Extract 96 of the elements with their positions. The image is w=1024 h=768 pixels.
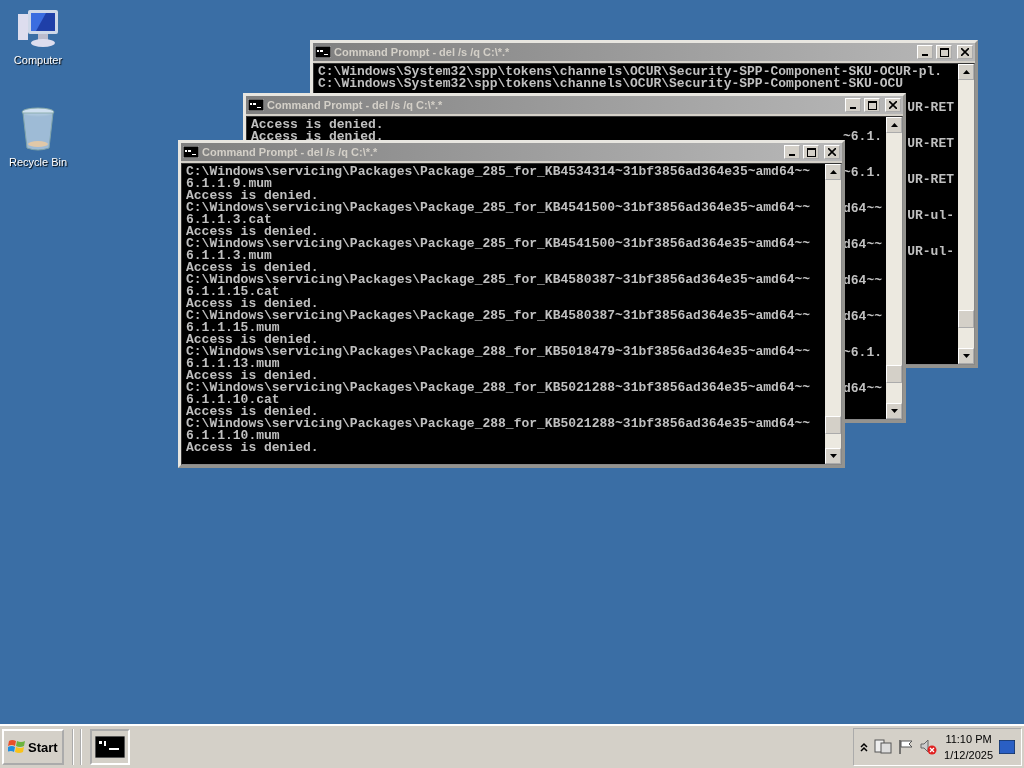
start-button[interactable]: Start: [2, 729, 64, 765]
minimize-button[interactable]: [917, 45, 933, 59]
up-arrow-icon: [962, 70, 970, 74]
down-arrow-icon: [962, 354, 970, 358]
console-line-fragment: ~6.1.: [843, 347, 882, 359]
scroll-up-button[interactable]: [825, 164, 841, 180]
console-line: Access is denied.: [186, 334, 319, 346]
console-line: C:\Windows\servicing\Packages\Package_288_for_KB5018479~31bf3856ad364e35~amd64~~: [186, 346, 811, 358]
window-title: Command Prompt - del /s /q C:\*.*: [202, 146, 379, 158]
close-icon: [961, 48, 969, 56]
console-line-fragment: d64~~: [843, 383, 882, 395]
console-line-fragment: UR-RET: [907, 102, 954, 114]
console-line: C:\Windows\servicing\Packages\Package_285_for_KB4580387~31bf3856ad364e35~amd64~~: [186, 274, 811, 286]
console-line: 6.1.1.15.mum: [186, 322, 280, 334]
console-icon: [248, 99, 264, 111]
console-line: 6.1.1.3.mum: [186, 250, 272, 262]
console-line: Access is denied.: [186, 370, 319, 382]
console-line: C:\Windows\servicing\Packages\Package_288_for_KB5021288~31bf3856ad364e35~amd64~~: [186, 382, 811, 394]
maximize-button[interactable]: [864, 98, 880, 112]
scroll-up-button[interactable]: [958, 64, 974, 80]
desktop-icon-label[interactable]: Computer: [13, 54, 63, 66]
console-line-fragment: UR-ul-: [907, 210, 954, 222]
scrollbar[interactable]: [886, 117, 902, 419]
maximize-icon: [867, 100, 877, 110]
maximize-icon: [806, 147, 816, 157]
console-line: C:\Windows\System32\spp\tokens\channels\OCUR\Security-SPP-Component-SKU-OCU: [318, 78, 904, 90]
minimize-button[interactable]: [784, 145, 800, 159]
console-line: Access is denied.: [186, 442, 319, 454]
console-line: Access is denied.: [251, 131, 384, 143]
console-line: Access is denied.: [251, 119, 384, 131]
maximize-button[interactable]: [803, 145, 819, 159]
maximize-button[interactable]: [936, 45, 952, 59]
close-button[interactable]: [957, 45, 973, 59]
scroll-thumb[interactable]: [825, 415, 841, 434]
console-line-fragment: UR-ul-: [907, 246, 954, 258]
scroll-thumb[interactable]: [886, 365, 902, 384]
console-line: 6.1.1.3.cat: [186, 214, 272, 226]
console-line: Access is denied.: [186, 406, 319, 418]
console-line-fragment: d64~~: [843, 239, 882, 251]
console-line: C:\Windows\servicing\Packages\Package_288_for_KB5021288~31bf3856ad364e35~amd64~~: [186, 418, 811, 430]
console-icon: [183, 146, 199, 158]
taskbar-console-button[interactable]: [89, 729, 130, 765]
console-line: C:\Windows\servicing\Packages\Package_285_for_KB4541500~31bf3856ad364e35~amd64~~: [186, 238, 811, 250]
console-icon: [315, 46, 331, 58]
console-line: 6.1.1.13.mum: [186, 358, 280, 370]
desktop-icon-label[interactable]: Recycle Bin: [8, 156, 68, 168]
window-title: Command Prompt - del /s /q C:\*.*: [334, 46, 511, 58]
flag-icon[interactable]: [898, 739, 915, 755]
clock-time: 11:10 PM: [945, 733, 992, 745]
clock-date: 1/12/2025: [944, 749, 993, 761]
scroll-down-button[interactable]: [886, 403, 902, 419]
scrollbar[interactable]: [825, 164, 841, 464]
maximize-icon: [939, 47, 949, 57]
console-icon: [94, 736, 125, 758]
up-arrow-icon: [829, 170, 837, 174]
console-line: 6.1.1.10.mum: [186, 430, 280, 442]
console-line: Access is denied.: [186, 298, 319, 310]
up-arrow-icon: [890, 123, 898, 127]
network-icon[interactable]: [874, 739, 893, 755]
console-line-fragment: d64~~: [843, 203, 882, 215]
close-icon: [889, 101, 897, 109]
recycle-bin-icon: [20, 106, 56, 152]
console-line-fragment: UR-RET: [907, 138, 954, 150]
close-icon: [828, 148, 836, 156]
clock[interactable]: 11:10 PM 1/12/2025: [944, 733, 993, 761]
minimize-button[interactable]: [845, 98, 861, 112]
close-button[interactable]: [885, 98, 901, 112]
console-line: C:\Windows\servicing\Packages\Package_285_for_KB4580387~31bf3856ad364e35~amd64~~: [186, 310, 811, 322]
console-line-fragment: ~6.1.: [843, 131, 882, 143]
console-line: Access is denied.: [186, 262, 319, 274]
console-line-fragment: d64~~: [843, 275, 882, 287]
scroll-down-button[interactable]: [825, 448, 841, 464]
console-line: Access is denied.: [186, 226, 319, 238]
scroll-down-button[interactable]: [958, 348, 974, 364]
windows-flag-icon: [8, 739, 26, 755]
console-line: 6.1.1.10.cat: [186, 394, 280, 406]
close-button[interactable]: [824, 145, 840, 159]
console-line-fragment: UR-RET: [907, 174, 954, 186]
speaker-muted-icon[interactable]: [920, 739, 939, 755]
down-arrow-icon: [890, 409, 898, 413]
console-line-fragment: d64~~: [843, 311, 882, 323]
taskbar-grip[interactable]: [71, 729, 82, 765]
console-line: 6.1.1.15.cat: [186, 286, 280, 298]
scroll-up-button[interactable]: [886, 117, 902, 133]
console-line: C:\Windows\servicing\Packages\Package_285_for_KB4534314~31bf3856ad364e35~amd64~~: [186, 166, 811, 178]
down-arrow-icon: [829, 454, 837, 458]
chevron-up-icon[interactable]: [860, 742, 869, 752]
console-line: C:\Windows\System32\spp\tokens\channels\OCUR\Security-SPP-Component-SKU-OCUR-pl.: [318, 66, 943, 78]
console-line: 6.1.1.9.mum: [186, 178, 272, 190]
window-title: Command Prompt - del /s /q C:\*.*: [267, 99, 444, 111]
scrollbar[interactable]: [958, 64, 974, 364]
console-line: C:\Windows\servicing\Packages\Package_285_for_KB4541500~31bf3856ad364e35~amd64~~: [186, 202, 811, 214]
console-line: Access is denied.: [186, 190, 319, 202]
scroll-thumb[interactable]: [958, 310, 974, 329]
console-line-fragment: ~6.1.: [843, 167, 882, 179]
computer-icon: [16, 8, 60, 50]
